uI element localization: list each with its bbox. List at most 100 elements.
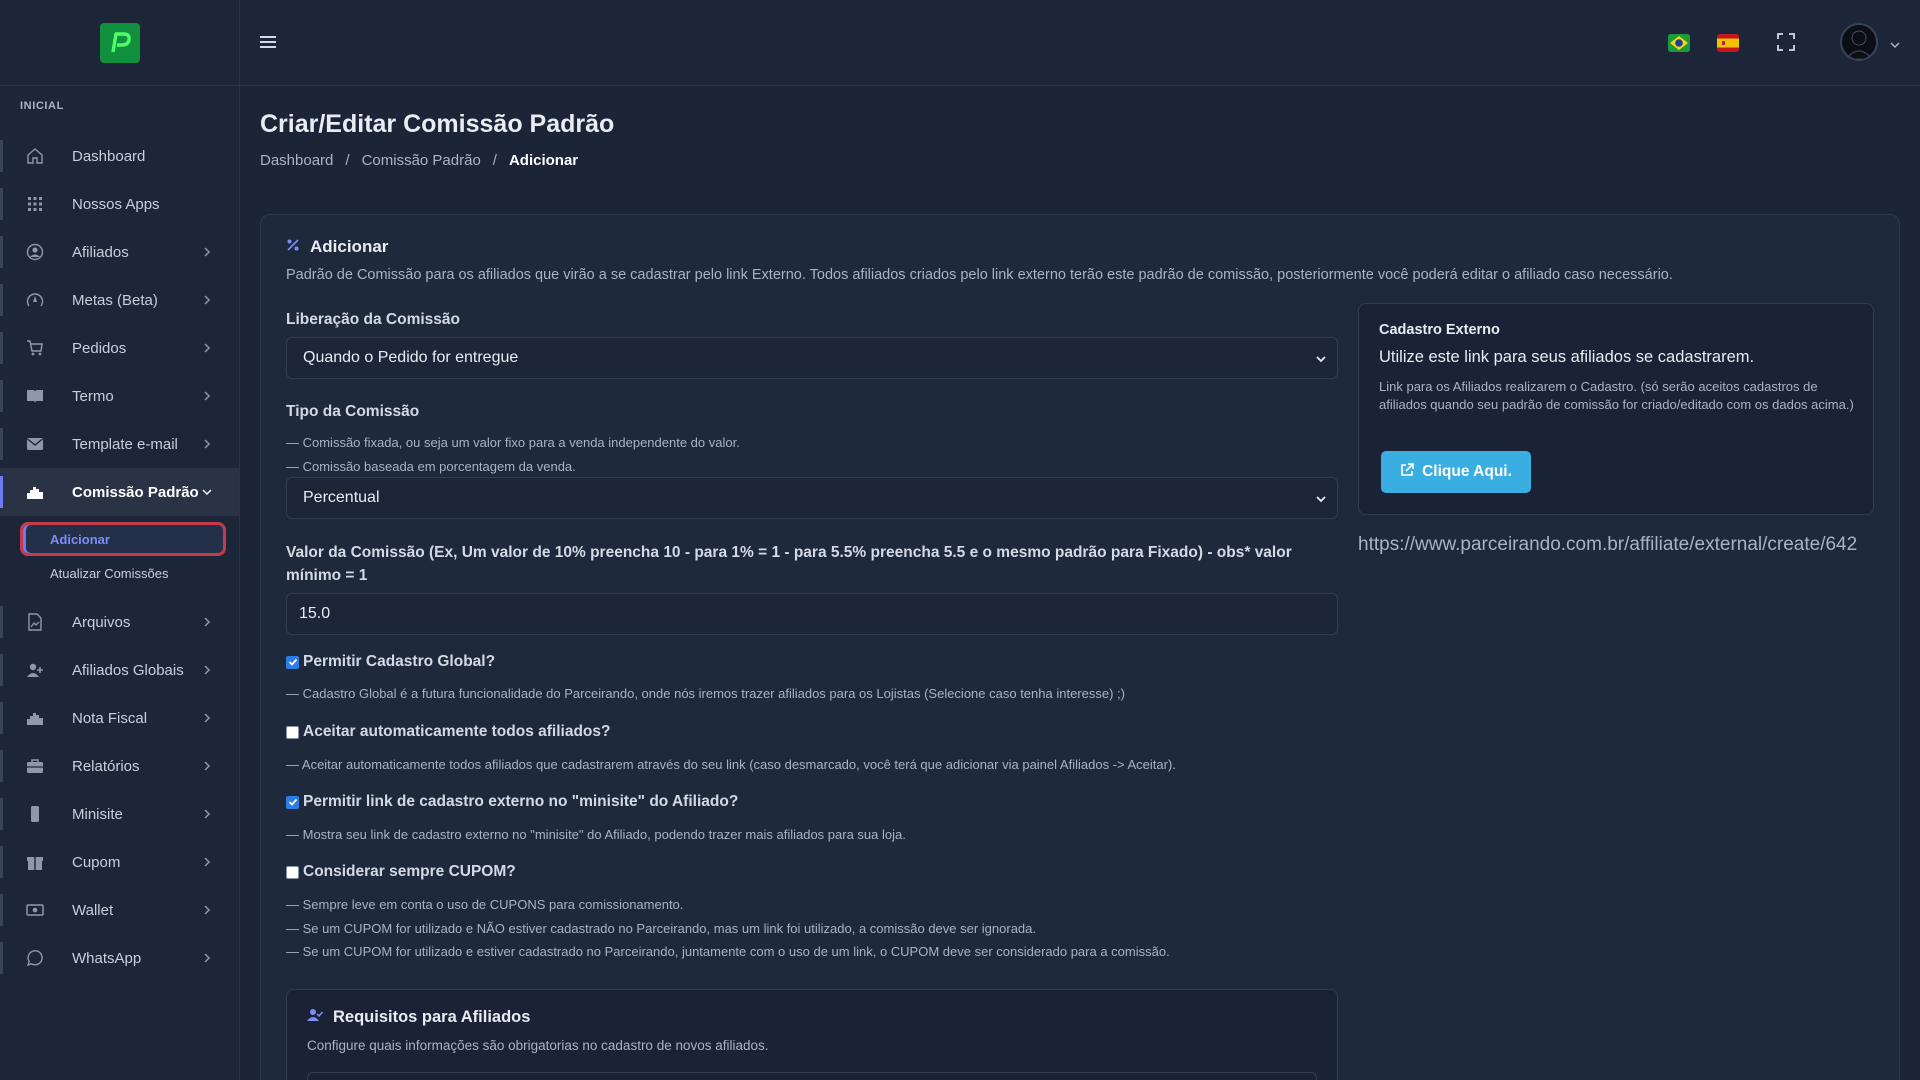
link-minisite-hint: — Mostra seu link de cadastro externo no… (286, 827, 906, 842)
sidebar-item-relatorios[interactable]: Relatórios (0, 742, 239, 790)
clique-aqui-label: Clique Aqui. (1422, 463, 1512, 480)
sidebar-item-label: Nota Fiscal (72, 709, 148, 727)
menu-section-title: INICIAL (20, 100, 64, 112)
chevron-right-icon (201, 904, 213, 916)
chevron-right-icon (201, 952, 213, 964)
chevron-right-icon (201, 438, 213, 450)
hamburger-menu-icon[interactable] (258, 32, 278, 52)
cadastro-externo-title: Cadastro Externo (1379, 322, 1500, 338)
commission-form-card: Adicionar Padrão de Comissão para os afi… (260, 214, 1900, 1080)
sidebar-item-afiliados[interactable]: Afiliados (0, 228, 239, 276)
breadcrumb-item-current: Adicionar (508, 152, 579, 169)
gift-icon (24, 851, 46, 873)
chart-icon (24, 481, 46, 503)
cart-icon (24, 337, 46, 359)
requisitos-card: Requisitos para Afiliados Configure quai… (286, 989, 1338, 1080)
requisitos-header: Requisitos para Afiliados (307, 1008, 530, 1027)
valor-input-value: 15.0 (299, 605, 331, 622)
target-icon (24, 289, 46, 311)
sidebar-item-label: Arquivos (72, 613, 131, 631)
sidebar-item-dashboard[interactable]: Dashboard (0, 132, 239, 180)
card-title: Adicionar (310, 237, 389, 256)
sidebar-item-minisite[interactable]: Minisite (0, 790, 239, 838)
breadcrumb-item-comissao-padrao[interactable]: Comissão Padrão (362, 152, 481, 169)
logo-area (0, 0, 239, 86)
sidebar-item-arquivos[interactable]: Arquivos (0, 598, 239, 646)
sidebar: INICIAL Dashboard Nossos Apps Afiliados … (0, 0, 240, 1080)
sidebar-item-label: Template e-mail (72, 435, 178, 453)
spain-flag-icon[interactable] (1717, 34, 1739, 52)
external-link-icon (1400, 462, 1414, 482)
sidebar-item-whatsapp[interactable]: WhatsApp (0, 934, 239, 982)
clique-aqui-button[interactable]: Clique Aqui. (1381, 451, 1531, 493)
chevron-down-icon (1315, 492, 1327, 504)
sidebar-item-wallet[interactable]: Wallet (0, 886, 239, 934)
sidebar-item-nota-fiscal[interactable]: Nota Fiscal (0, 694, 239, 742)
aceitar-automaticamente-checkbox[interactable] (286, 725, 299, 739)
chevron-down-icon (201, 486, 213, 498)
tipo-hint-fixed: — Comissão fixada, ou seja um valor fixo… (286, 435, 740, 450)
phone-icon (24, 803, 46, 825)
home-icon (24, 145, 46, 167)
sidebar-item-metas[interactable]: Metas (Beta) (0, 276, 239, 324)
chart-icon (24, 707, 46, 729)
breadcrumb-separator: / (345, 152, 350, 169)
cadastro-externo-card: Cadastro Externo Utilize este link para … (1358, 303, 1874, 515)
cupom-hint-2: — Se um CUPOM for utilizado e NÃO estive… (286, 921, 1037, 936)
sidebar-item-nossos-apps[interactable]: Nossos Apps (0, 180, 239, 228)
sidebar-item-afiliados-globais[interactable]: Afiliados Globais (0, 646, 239, 694)
sidebar-item-template-email[interactable]: Template e-mail (0, 420, 239, 468)
sidebar-item-comissao-padrao[interactable]: Comissão Padrão (0, 468, 239, 516)
tipo-hint-percent: — Comissão baseada em porcentagem da ven… (286, 459, 576, 474)
brazil-flag-icon[interactable] (1668, 34, 1690, 52)
card-description: Padrão de Comissão para os afiliados que… (286, 267, 1673, 283)
chevron-right-icon (201, 760, 213, 772)
user-plus-icon (24, 659, 46, 681)
tipo-selected-value: Percentual (303, 489, 380, 506)
sidebar-item-label: Cupom (72, 853, 121, 871)
fullscreen-icon[interactable] (1776, 32, 1798, 54)
cadastro-externo-url[interactable]: https://www.parceirando.com.br/affiliate… (1358, 531, 1878, 558)
permitir-cadastro-global-checkbox[interactable] (286, 655, 299, 669)
sidebar-item-cupom[interactable]: Cupom (0, 838, 239, 886)
chevron-right-icon (201, 664, 213, 676)
money-icon (24, 899, 46, 921)
sidebar-item-label: Termo (72, 387, 114, 405)
liberacao-selected-value: Quando o Pedido for entregue (303, 349, 519, 366)
user-circle-icon (24, 241, 46, 263)
sidebar-item-label: WhatsApp (72, 949, 142, 967)
page-title: Criar/Editar Comissão Padrão (260, 110, 615, 138)
link-minisite-checkbox[interactable] (286, 795, 299, 809)
tipo-select[interactable]: Percentual (286, 477, 1338, 519)
chevron-down-icon (1315, 352, 1327, 364)
permitir-cadastro-global-row: Permitir Cadastro Global? (286, 653, 495, 671)
requisitos-field[interactable] (307, 1072, 1317, 1080)
requisitos-title: Requisitos para Afiliados (333, 1008, 531, 1026)
file-icon (24, 611, 46, 633)
aceitar-automaticamente-label: Aceitar automaticamente todos afiliados? (303, 723, 611, 740)
breadcrumb: Dashboard / Comissão Padrão / Adicionar (260, 152, 578, 169)
chevron-right-icon (201, 246, 213, 258)
mail-icon (24, 433, 46, 455)
parceirando-logo[interactable] (99, 22, 140, 63)
chevron-right-icon (201, 294, 213, 306)
cupom-hint-3: — Se um CUPOM for utilizado e estiver ca… (286, 944, 1170, 959)
sidebar-item-label: Dashboard (72, 147, 146, 165)
user-check-icon (307, 1008, 324, 1027)
sidebar-item-label: Metas (Beta) (72, 291, 158, 309)
sidebar-item-termo[interactable]: Termo (0, 372, 239, 420)
chevron-down-icon[interactable] (1890, 37, 1902, 49)
breadcrumb-item-dashboard[interactable]: Dashboard (260, 152, 333, 169)
considerar-cupom-checkbox[interactable] (286, 865, 299, 879)
user-avatar[interactable] (1840, 23, 1878, 61)
submenu-item-atualizar-comissoes[interactable]: Atualizar Comissões (20, 556, 226, 590)
submenu-item-adicionar[interactable]: Adicionar (20, 522, 226, 556)
chevron-right-icon (201, 712, 213, 724)
sidebar-item-pedidos[interactable]: Pedidos (0, 324, 239, 372)
tipo-label: Tipo da Comissão (286, 403, 420, 420)
aceitar-automaticamente-row: Aceitar automaticamente todos afiliados? (286, 723, 611, 741)
valor-input[interactable]: 15.0 (286, 593, 1338, 635)
liberacao-select[interactable]: Quando o Pedido for entregue (286, 337, 1338, 379)
sidebar-item-label: Relatórios (72, 757, 140, 775)
liberacao-label: Liberação da Comissão (286, 311, 461, 328)
